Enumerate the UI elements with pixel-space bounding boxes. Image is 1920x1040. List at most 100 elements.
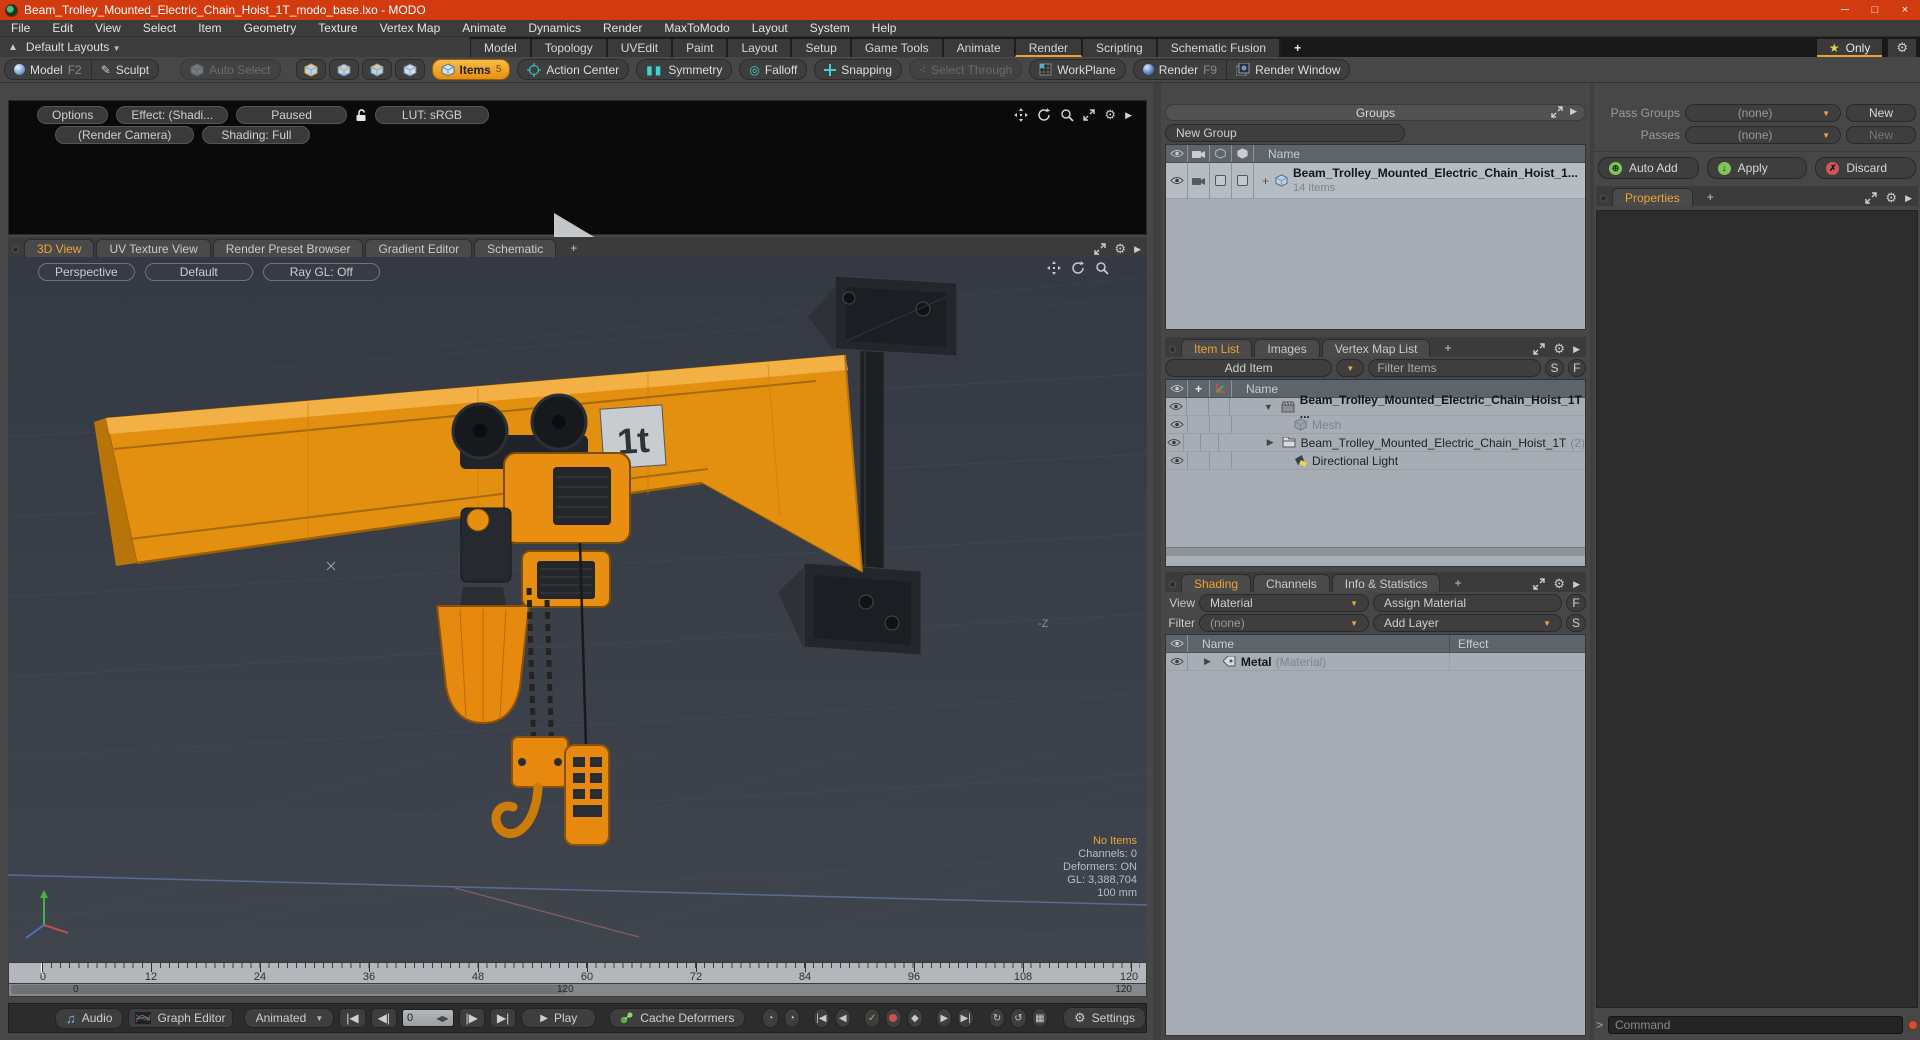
- shader-filter-dropdown[interactable]: (none) ▼: [1199, 614, 1369, 632]
- workplane-button[interactable]: WorkPlane: [1030, 60, 1124, 79]
- tab-item-list[interactable]: Item List: [1181, 339, 1253, 357]
- preview-shading-button[interactable]: Shading: Full: [202, 126, 311, 144]
- audio-button[interactable]: ♫ Audio: [55, 1007, 124, 1029]
- tab-render-preset-browser[interactable]: Render Preset Browser: [212, 239, 364, 257]
- panel-menu-dot[interactable]: [1169, 346, 1176, 353]
- scene-filter-button[interactable]: S: [1566, 614, 1586, 632]
- visibility-toggle[interactable]: [1166, 653, 1188, 670]
- gear-icon[interactable]: ⚙: [1104, 107, 1116, 123]
- model-mode-button[interactable]: Model F2: [5, 60, 91, 79]
- current-frame-field[interactable]: 0 ◀▶: [401, 1009, 454, 1027]
- vertices-mode-button[interactable]: [295, 59, 326, 80]
- apply-button[interactable]: ↓ Apply: [1706, 157, 1808, 179]
- play-button[interactable]: ▶ Play: [521, 1008, 597, 1028]
- passes-dropdown[interactable]: (none) ▼: [1685, 126, 1841, 144]
- panel-arrow-icon[interactable]: ▶: [1573, 579, 1580, 590]
- group-row[interactable]: + Beam_Trolley_Mounted_Electric_Chain_Ho…: [1166, 162, 1585, 199]
- add-layout-tab-button[interactable]: +: [1280, 39, 1316, 57]
- timeline-settings-button[interactable]: ⚙ Settings: [1063, 1007, 1147, 1029]
- preview-paused-button[interactable]: Paused: [236, 106, 347, 124]
- maximize-panel-icon[interactable]: [1083, 109, 1096, 121]
- record-button[interactable]: [885, 1008, 902, 1028]
- tab-3d-view[interactable]: 3D View: [24, 239, 95, 257]
- render-preview[interactable]: Options Effect: (Shadi... Paused LUT: sR…: [8, 100, 1147, 275]
- add-shading-tab[interactable]: +: [1442, 574, 1473, 592]
- goto-start-button[interactable]: |◀: [339, 1008, 366, 1028]
- status-dot[interactable]: [1908, 1020, 1918, 1030]
- key-button[interactable]: ◆: [906, 1008, 924, 1028]
- pan-icon[interactable]: [1014, 108, 1029, 122]
- only-toggle[interactable]: ★ Only: [1816, 39, 1883, 57]
- tab-info-statistics[interactable]: Info & Statistics: [1331, 574, 1441, 592]
- panel-arrow-icon[interactable]: ▶: [1905, 193, 1912, 204]
- passes-new-button[interactable]: New: [1845, 126, 1916, 144]
- checkbox[interactable]: [1210, 162, 1232, 199]
- tab-vertex-map-list[interactable]: Vertex Map List: [1321, 339, 1431, 357]
- maximize-panel-icon[interactable]: [1094, 243, 1107, 255]
- menu-edit[interactable]: Edit: [41, 21, 84, 35]
- panel-menu-dot[interactable]: [1600, 195, 1607, 202]
- pass-groups-dropdown[interactable]: (none) ▼: [1685, 104, 1841, 122]
- minimize-button[interactable]: ─: [1830, 0, 1860, 20]
- menu-vertex-map[interactable]: Vertex Map: [369, 21, 452, 35]
- panel-arrow-icon[interactable]: ▶: [1573, 344, 1580, 355]
- visibility-toggle[interactable]: [1166, 452, 1188, 469]
- layout-tab-schematic-fusion[interactable]: Schematic Fusion: [1156, 39, 1281, 57]
- zoom-icon[interactable]: [1060, 108, 1075, 122]
- anim-mode-dropdown[interactable]: Animated ▼: [243, 1008, 335, 1028]
- next-frame-button[interactable]: |▶: [458, 1008, 485, 1028]
- layout-gear-button[interactable]: ⚙: [1888, 39, 1916, 57]
- action-center-button[interactable]: Action Center: [518, 60, 628, 79]
- command-prompt[interactable]: >: [1596, 1018, 1603, 1032]
- panel-arrow-icon[interactable]: ▶: [1134, 244, 1141, 255]
- visibility-toggle[interactable]: [1166, 398, 1188, 415]
- filter-button[interactable]: F: [1566, 594, 1586, 612]
- tab-shading[interactable]: Shading: [1181, 574, 1252, 592]
- add-properties-tab[interactable]: +: [1695, 188, 1726, 206]
- panel-menu-dot[interactable]: [1169, 581, 1176, 588]
- graph-editor-button[interactable]: Graph Editor: [128, 1008, 233, 1028]
- layout-tab-render[interactable]: Render: [1014, 39, 1083, 57]
- visibility-toggle[interactable]: [1166, 434, 1184, 451]
- maximize-button[interactable]: □: [1860, 0, 1890, 20]
- menu-maxtomodo[interactable]: MaxToModo: [653, 21, 740, 35]
- tab-uv-texture-view[interactable]: UV Texture View: [96, 239, 211, 257]
- goto-end-button[interactable]: ▶|: [489, 1008, 517, 1028]
- preview-options-button[interactable]: Options: [37, 106, 109, 124]
- prev-key-button[interactable]: |◀: [813, 1008, 830, 1028]
- center-mode-button[interactable]: [394, 59, 425, 80]
- viewport-raygl-button[interactable]: Ray GL: Off: [262, 263, 380, 281]
- close-button[interactable]: ×: [1890, 0, 1920, 20]
- add-viewport-tab-button[interactable]: +: [558, 239, 589, 257]
- menu-view[interactable]: View: [84, 21, 132, 35]
- menu-dynamics[interactable]: Dynamics: [517, 21, 592, 35]
- new-group-button[interactable]: New Group: [1165, 124, 1405, 142]
- gear-icon[interactable]: ⚙: [1553, 576, 1565, 592]
- add-item-dropdown[interactable]: ▼: [1336, 359, 1365, 377]
- shader-view-dropdown[interactable]: Material ▼: [1199, 594, 1369, 612]
- maximize-panel-icon[interactable]: [1551, 106, 1563, 118]
- viewport-projection-button[interactable]: Perspective: [38, 263, 135, 281]
- falloff-button[interactable]: ◎ Falloff: [740, 60, 806, 79]
- auto-key-button[interactable]: ◔: [762, 1008, 779, 1028]
- layout-tab-model[interactable]: Model: [470, 39, 531, 57]
- item-row-directional-light[interactable]: Directional Light: [1166, 452, 1585, 470]
- select-through-button[interactable]: ⁖ Select Through: [910, 60, 1021, 79]
- discard-button[interactable]: ✗ Discard: [1815, 157, 1917, 179]
- auto-select-button[interactable]: Auto Select: [181, 60, 279, 79]
- layout-switcher[interactable]: Default Layouts ▼: [26, 40, 121, 54]
- maximize-panel-icon[interactable]: [1533, 343, 1546, 355]
- timeline-ruler[interactable]: 0 12 24 36 48 60 72 84 96 108 120: [8, 962, 1147, 984]
- scene-filter-button[interactable]: S: [1545, 359, 1564, 377]
- pan-icon[interactable]: [1047, 261, 1061, 275]
- tab-gradient-editor[interactable]: Gradient Editor: [365, 239, 473, 257]
- loop-button[interactable]: ↻: [988, 1008, 1006, 1028]
- menu-file[interactable]: File: [0, 21, 41, 35]
- maximize-panel-icon[interactable]: [1865, 192, 1878, 204]
- menu-system[interactable]: System: [799, 21, 861, 35]
- menu-select[interactable]: Select: [132, 21, 187, 35]
- preview-lut-button[interactable]: LUT: sRGB: [374, 106, 489, 124]
- dopesheet-button[interactable]: ▦: [1031, 1008, 1049, 1028]
- panel-arrow-icon[interactable]: ▶: [1125, 110, 1132, 121]
- filter-button[interactable]: F: [1567, 359, 1586, 377]
